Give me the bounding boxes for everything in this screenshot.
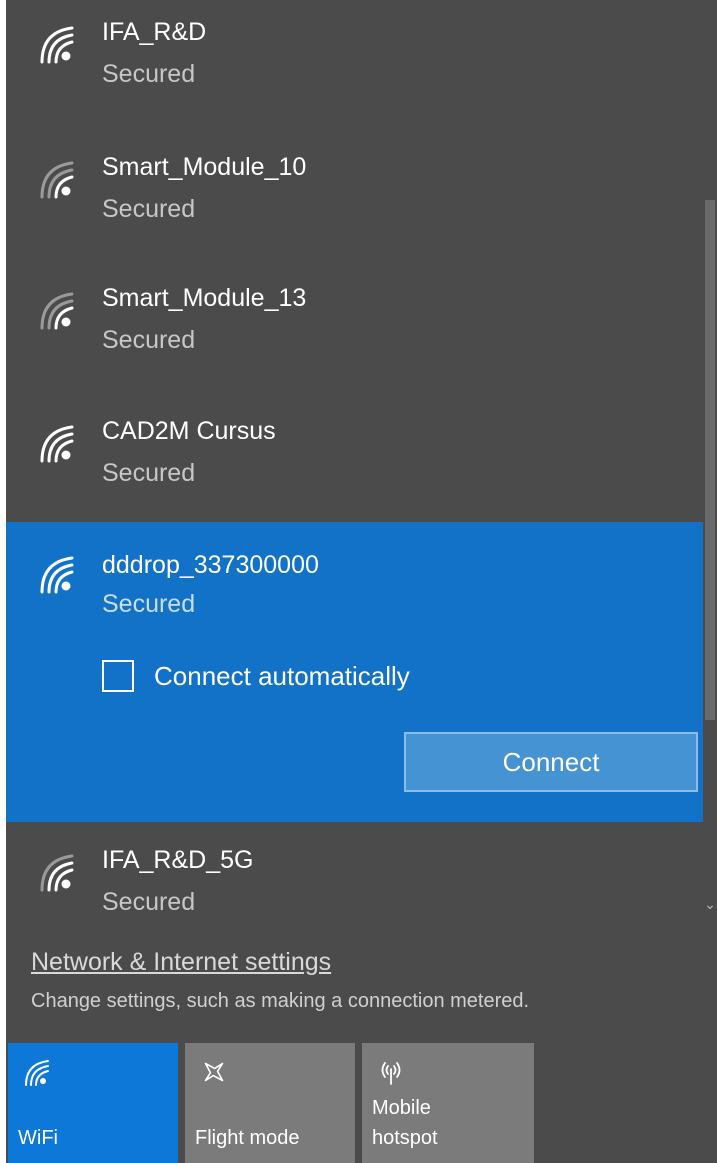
network-item-selected[interactable]: dddrop_337300000 Secured Connect automat… <box>6 522 703 822</box>
scrollbar[interactable]: ⌄ <box>703 0 717 920</box>
network-item[interactable]: IFA_R&D_5G Secured <box>6 828 703 960</box>
network-ssid: CAD2M Cursus <box>102 417 276 445</box>
network-ssid: IFA_R&D_5G <box>102 846 254 874</box>
mobile-hotspot-label-line2: hotspot <box>372 1127 438 1149</box>
network-item[interactable]: Smart_Module_10 Secured <box>6 135 703 267</box>
flight-mode-tile[interactable]: Flight mode <box>185 1043 355 1163</box>
network-status: Secured <box>102 326 196 354</box>
network-flyout: ⌄ IFA_R&D Secured Smart_Module_10 Secure… <box>6 0 717 1163</box>
mobile-hotspot-label-line1: Mobile <box>372 1097 431 1119</box>
connect-automatically-checkbox[interactable] <box>102 660 134 692</box>
wifi-icon <box>40 556 74 594</box>
scrollbar-thumb[interactable] <box>705 200 715 720</box>
network-ssid: Smart_Module_13 <box>102 284 307 312</box>
mobile-hotspot-label: Mobile hotspot <box>372 1093 438 1153</box>
connect-automatically-label: Connect automatically <box>154 660 410 691</box>
network-ssid: dddrop_337300000 <box>102 551 319 579</box>
wifi-tile-label: WiFi <box>18 1127 58 1149</box>
network-status: Secured <box>102 195 196 223</box>
network-status: Secured <box>102 60 196 88</box>
connect-button[interactable]: Connect <box>404 732 698 792</box>
mobile-hotspot-tile[interactable]: Mobile hotspot <box>362 1043 534 1163</box>
wifi-icon <box>40 161 74 199</box>
network-status: Secured <box>102 590 196 618</box>
connect-automatically-row[interactable]: Connect automatically <box>102 656 410 696</box>
network-status: Secured <box>102 888 196 916</box>
flight-mode-label: Flight mode <box>195 1127 300 1149</box>
wifi-icon <box>40 292 74 330</box>
wifi-icon <box>40 425 74 463</box>
network-item[interactable]: CAD2M Cursus Secured <box>6 399 703 531</box>
network-item[interactable]: IFA_R&D Secured <box>6 0 703 132</box>
wifi-icon <box>40 854 74 892</box>
network-ssid: IFA_R&D <box>102 18 207 46</box>
network-settings-link[interactable]: Network & Internet settings <box>31 948 331 977</box>
network-settings-description: Change settings, such as making a connec… <box>31 990 530 1012</box>
wifi-tile[interactable]: WiFi <box>8 1043 178 1163</box>
airplane-icon <box>204 1062 224 1082</box>
wifi-icon <box>25 1060 49 1086</box>
wifi-icon <box>40 26 74 64</box>
network-item[interactable]: Smart_Module_13 Secured <box>6 266 703 398</box>
hotspot-icon <box>381 1062 401 1085</box>
chevron-down-icon[interactable]: ⌄ <box>704 896 716 912</box>
network-ssid: Smart_Module_10 <box>102 153 307 181</box>
network-status: Secured <box>102 459 196 487</box>
